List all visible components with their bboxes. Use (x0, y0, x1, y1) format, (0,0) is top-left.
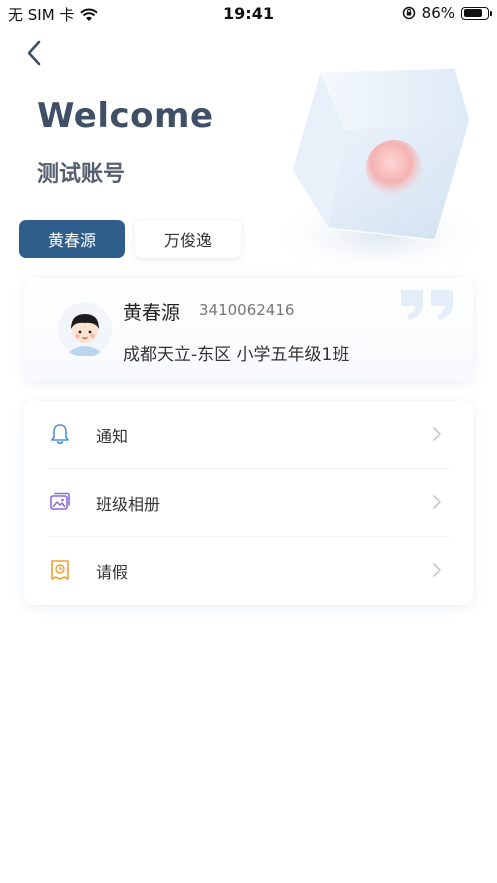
album-icon (50, 492, 70, 510)
menu-item-label: 通知 (96, 427, 129, 446)
student-id: 3410062416 (199, 301, 295, 319)
back-button[interactable] (20, 36, 50, 70)
status-right: 86% (402, 4, 492, 22)
chevron-right-icon (433, 427, 441, 441)
avatar (58, 302, 112, 356)
menu-item-label: 请假 (96, 563, 129, 582)
leave-icon (51, 560, 69, 580)
welcome-title: Welcome (37, 96, 214, 136)
tab-student-2[interactable]: 万俊逸 (135, 220, 241, 258)
battery-percent: 86% (421, 4, 455, 22)
orientation-lock-icon (402, 6, 415, 20)
tab-student-1[interactable]: 黄春源 (19, 220, 125, 258)
student-tabs: 黄春源 万俊逸 (19, 220, 241, 258)
menu-item-class-album[interactable]: 班级相册 (24, 469, 473, 537)
menu-item-label: 班级相册 (96, 495, 161, 514)
chevron-left-icon (27, 40, 41, 66)
student-name: 黄春源 (123, 302, 181, 324)
student-profile-card[interactable]: 黄春源 3410062416 成都天立-东区 小学五年级1班 (24, 278, 473, 381)
status-bar: 无 SIM 卡 19:41 86% (0, 0, 497, 26)
student-school-class: 成都天立-东区 小学五年级1班 (123, 345, 350, 365)
account-name: 测试账号 (37, 162, 126, 187)
chevron-right-icon (433, 563, 441, 577)
quote-icon (401, 290, 453, 320)
chevron-right-icon (433, 495, 441, 509)
battery-icon (461, 6, 492, 20)
battery-fill (463, 9, 483, 17)
bell-icon (51, 424, 69, 445)
menu-item-notifications[interactable]: 通知 (24, 401, 473, 469)
menu-item-leave-request[interactable]: 请假 (24, 537, 473, 605)
menu-card: 通知 班级相册 请假 (24, 401, 473, 605)
glass-cube-illustration (270, 67, 495, 280)
